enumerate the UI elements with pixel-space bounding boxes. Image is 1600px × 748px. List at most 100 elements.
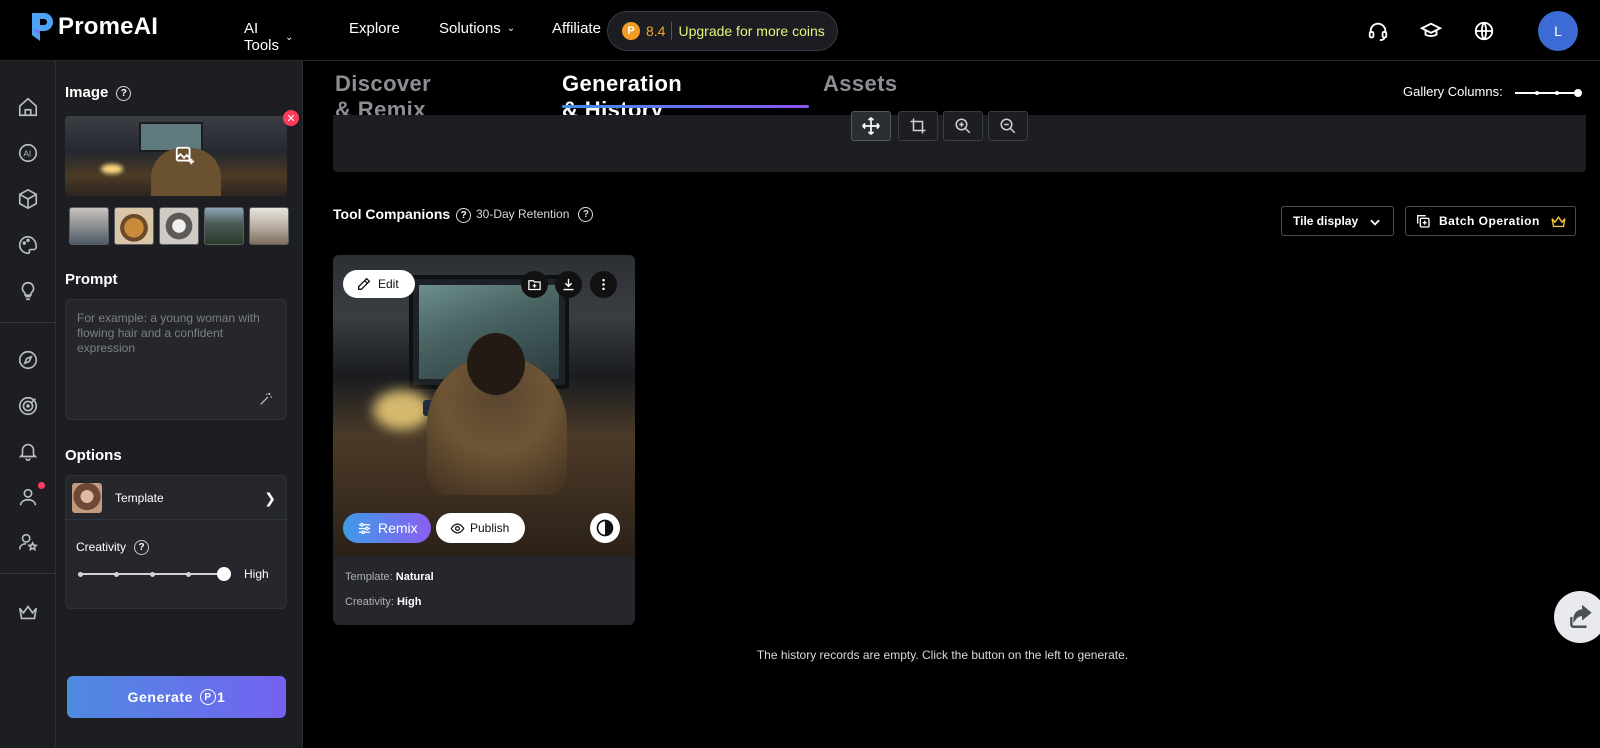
nav-label: Solutions <box>439 20 501 37</box>
remix-button[interactable]: Remix <box>343 513 431 543</box>
prompt-placeholder: For example: a young woman with flowing … <box>77 311 260 355</box>
batch-operation-button[interactable]: Batch Operation <box>1405 206 1576 236</box>
creativity-label-text: Creativity <box>76 540 127 554</box>
generate-button[interactable]: Generate P 1 <box>67 676 286 718</box>
card-creativity-meta: Creativity: High <box>345 596 421 608</box>
chevron-right-icon: ❯ <box>264 490 276 506</box>
edit-button[interactable]: Edit <box>343 270 415 298</box>
ai-icon[interactable]: AI <box>17 142 39 164</box>
remove-image-button[interactable]: ✕ <box>283 110 299 126</box>
template-selector[interactable]: Template ❯ <box>66 476 286 520</box>
folder-add-icon <box>528 280 541 291</box>
home-icon[interactable] <box>17 96 39 118</box>
tab-assets[interactable]: Assets <box>823 71 898 97</box>
zoom-in-icon <box>955 118 971 134</box>
sample-image-2[interactable] <box>114 207 154 245</box>
generated-image[interactable] <box>333 255 635 557</box>
avatar[interactable]: L <box>1538 11 1578 51</box>
palette-icon[interactable] <box>17 234 39 256</box>
display-mode-select[interactable]: Tile display <box>1281 206 1394 236</box>
nav-affiliate[interactable]: Affiliate <box>552 20 601 37</box>
preview-light <box>101 164 123 174</box>
publish-button[interactable]: Publish <box>436 513 525 543</box>
crown-icon <box>1551 216 1566 228</box>
image-section-title: Image? <box>65 84 132 101</box>
zoom-out-icon <box>1000 118 1016 134</box>
chevron-down-icon: ⌄ <box>506 23 516 34</box>
icon-rail: AI <box>0 61 56 748</box>
generated-image-card[interactable]: Edit Remix Publish Template: Natural Cre… <box>333 255 635 625</box>
uploaded-image-preview[interactable] <box>65 116 287 196</box>
creativity-value: High <box>244 567 269 581</box>
slider-stop <box>78 571 83 577</box>
help-icon[interactable]: ? <box>116 86 132 101</box>
nav-explore[interactable]: Explore <box>349 20 400 37</box>
batch-icon <box>1417 215 1430 228</box>
logo[interactable]: PromeAI <box>30 11 158 43</box>
slider-handle[interactable] <box>1574 89 1582 97</box>
crop-tool-button[interactable] <box>898 111 938 141</box>
remix-label: Remix <box>378 520 418 536</box>
help-icon[interactable]: ? <box>134 540 150 555</box>
bell-icon[interactable] <box>17 440 39 462</box>
promeai-logo-icon <box>32 13 53 41</box>
creativity-slider[interactable] <box>78 567 231 581</box>
rail-divider <box>0 573 56 574</box>
save-to-folder-button[interactable] <box>521 271 548 298</box>
slider-stop <box>186 571 191 577</box>
compare-button[interactable] <box>590 513 620 543</box>
nav-solutions[interactable]: Solutions ⌄ <box>439 20 515 37</box>
meta-value: High <box>396 596 422 608</box>
zoom-in-button[interactable] <box>943 111 983 141</box>
nav-label: AI Tools <box>244 20 280 54</box>
meta-value: Natural <box>395 571 434 583</box>
sample-images <box>69 207 289 245</box>
coin-balance-pill[interactable]: P 8.4 Upgrade for more coins <box>607 11 838 51</box>
nav-ai-tools[interactable]: AI Tools ⌄ <box>244 20 293 54</box>
move-tool-button[interactable] <box>851 111 891 141</box>
options-section-title: Options <box>65 447 122 464</box>
more-options-button[interactable] <box>590 271 617 298</box>
share-icon <box>1570 604 1592 628</box>
coin-balance: 8.4 <box>646 23 666 39</box>
pencil-icon <box>358 277 371 290</box>
slider-handle[interactable] <box>217 567 231 581</box>
globe-icon[interactable] <box>1473 20 1495 42</box>
generate-label: Generate <box>127 689 194 705</box>
upgrade-link[interactable]: Upgrade for more coins <box>678 23 824 39</box>
share-button[interactable] <box>1554 591 1600 643</box>
zoom-out-button[interactable] <box>988 111 1028 141</box>
top-bar: PromeAI AI Tools ⌄ Explore Solutions ⌄ A… <box>0 0 1600 61</box>
cube-icon[interactable] <box>17 188 39 210</box>
help-icon[interactable]: ? <box>578 207 594 222</box>
notification-dot <box>38 482 45 489</box>
edit-label: Edit <box>378 277 399 291</box>
crown-icon[interactable] <box>17 601 39 623</box>
active-tab-indicator <box>562 105 809 108</box>
empty-message-text: The history records are empty. Click the… <box>756 648 1129 662</box>
compass-icon[interactable] <box>17 349 39 371</box>
lightbulb-icon[interactable] <box>17 280 39 302</box>
user-icon[interactable] <box>17 486 39 508</box>
sample-image-5[interactable] <box>249 207 289 245</box>
coin-icon: P <box>200 689 217 705</box>
sliders-icon <box>358 522 371 534</box>
graduation-cap-icon[interactable] <box>1420 20 1442 42</box>
empty-history-message: The history records are empty. Click the… <box>303 648 1600 662</box>
add-image-icon[interactable] <box>174 145 196 167</box>
more-vertical-icon <box>602 278 605 291</box>
sample-image-3[interactable] <box>159 207 199 245</box>
help-icon[interactable]: ? <box>456 208 472 223</box>
headset-icon[interactable] <box>1367 20 1389 42</box>
magic-wand-icon[interactable] <box>258 391 274 407</box>
download-button[interactable] <box>555 271 582 298</box>
gallery-columns-slider[interactable] <box>1515 89 1582 97</box>
meta-key: Template: <box>345 571 393 583</box>
prompt-input[interactable]: For example: a young woman with flowing … <box>65 299 287 420</box>
target-icon[interactable] <box>17 395 39 417</box>
slider-stop <box>1555 91 1559 95</box>
user-star-icon[interactable] <box>17 531 39 553</box>
sample-image-1[interactable] <box>69 207 109 245</box>
template-label: Template <box>115 490 164 505</box>
sample-image-4[interactable] <box>204 207 244 245</box>
